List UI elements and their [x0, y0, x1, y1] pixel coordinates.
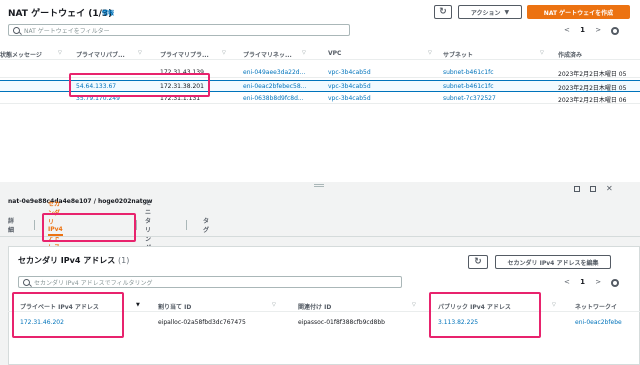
tab-separator	[136, 220, 137, 230]
edit-label: セカンダリ IPv4 アドレスを編集	[507, 259, 599, 267]
caret-down-icon: ▼	[504, 8, 510, 16]
tab-details[interactable]: 詳細	[8, 214, 14, 236]
pagination: < 1 >	[564, 278, 601, 286]
vpc-link[interactable]: vpc-3b4cab5d	[328, 69, 371, 76]
tab-separator	[34, 220, 35, 230]
vpc-link[interactable]: vpc-3b4cab5d	[328, 95, 371, 102]
create-label: NAT ゲートウェイを作成	[543, 9, 614, 17]
prev-page-button[interactable]: <	[564, 278, 570, 286]
pagination: < 1 >	[564, 26, 601, 34]
refresh-icon: ↻	[474, 257, 482, 267]
eni-link[interactable]: eni-049aee3da22d...	[243, 69, 305, 76]
table-header: 状態メッセージ ▽ プライマリパブ... ▽ プライマリプラ... ▽ プライマ…	[0, 46, 640, 60]
sort-icon[interactable]: ▽	[412, 302, 416, 308]
page-number[interactable]: 1	[580, 26, 585, 34]
col-subnet[interactable]: サブネット	[443, 50, 473, 59]
tab-tags[interactable]: タグ	[203, 214, 209, 236]
highlight-box	[69, 73, 210, 97]
sort-icon[interactable]: ▽	[272, 302, 276, 308]
gear-icon[interactable]	[611, 27, 619, 35]
search-placeholder: セカンダリ IPv4 アドレスでフィルタリング	[34, 279, 153, 287]
col-created[interactable]: 作成済み	[558, 50, 582, 59]
col-primary-public-ip[interactable]: プライマリパブ...	[76, 50, 125, 59]
search-icon	[13, 26, 20, 34]
association-id: eipassoc-01f8f388cfb9cd8bb	[298, 319, 385, 326]
tab-monitoring[interactable]: モニタリング	[145, 200, 151, 252]
sort-icon[interactable]: ▽	[222, 50, 226, 56]
panel-layout-icon[interactable]	[590, 186, 596, 192]
resource-id: nat-0e9e88c4da4e8e107 / hoge0202natgw	[8, 198, 153, 205]
col-status-message[interactable]: 状態メッセージ	[0, 50, 42, 59]
secondary-filter-input[interactable]: セカンダリ IPv4 アドレスでフィルタリング	[18, 276, 402, 288]
col-eni[interactable]: ネットワークイ	[575, 302, 617, 311]
gear-icon[interactable]	[611, 279, 619, 287]
eni-link[interactable]: eni-0eac2bfebec58...	[243, 83, 306, 90]
close-icon[interactable]: ✕	[606, 184, 613, 193]
eni-link[interactable]: eni-0eac2bfebe	[575, 319, 622, 326]
col-primary-private-ip[interactable]: プライマリプラ...	[160, 50, 209, 59]
create-nat-gateway-button[interactable]: NAT ゲートウェイを作成	[527, 5, 630, 19]
allocation-id: eipalloc-02a58fbd3dc767475	[158, 319, 246, 326]
sort-icon[interactable]: ▽	[138, 50, 142, 56]
col-vpc[interactable]: VPC	[328, 50, 341, 57]
col-allocation-id[interactable]: 割り当て ID	[158, 302, 191, 311]
created-date: 2023年2月2日木曜日 05	[558, 71, 627, 78]
filter-search-input[interactable]: NAT ゲートウェイをフィルター	[8, 24, 350, 36]
subnet-link[interactable]: subnet-b461c1fc	[443, 83, 494, 90]
highlight-box	[42, 213, 136, 242]
created-date: 2023年2月2日木曜日 06	[558, 97, 627, 104]
actions-button[interactable]: アクション ▼	[458, 5, 522, 19]
refresh-icon: ↻	[439, 7, 447, 17]
next-page-button[interactable]: >	[595, 278, 601, 286]
sort-icon[interactable]: ▽	[428, 50, 432, 56]
highlight-box	[12, 292, 124, 338]
vpc-link[interactable]: vpc-3b4cab5d	[328, 83, 371, 90]
search-placeholder: NAT ゲートウェイをフィルター	[24, 27, 110, 35]
section-title-text: セカンダリ IPv4 アドレス	[18, 256, 116, 265]
edit-secondary-ipv4-button[interactable]: セカンダリ IPv4 アドレスを編集	[495, 255, 611, 269]
section-title: セカンダリ IPv4 アドレス (1)	[18, 255, 129, 266]
resize-handle[interactable]	[314, 184, 324, 187]
page-title: NAT ゲートウェイ (1/3)	[8, 9, 113, 19]
section-count: (1)	[118, 256, 130, 265]
page-number[interactable]: 1	[580, 278, 585, 286]
subnet-link[interactable]: subnet-7c372527	[443, 95, 496, 102]
refresh-button[interactable]: ↻	[468, 255, 488, 269]
sort-icon[interactable]: ▽	[552, 302, 556, 308]
search-icon	[23, 278, 30, 286]
prev-page-button[interactable]: <	[564, 26, 570, 34]
sort-down-icon[interactable]: ▼	[136, 302, 140, 308]
actions-label: アクション	[470, 9, 501, 17]
sort-icon[interactable]: ▽	[302, 50, 306, 56]
panel-layout-icon[interactable]	[574, 186, 580, 192]
tab-separator	[186, 220, 187, 230]
refresh-button[interactable]: ↻	[434, 5, 452, 19]
info-link[interactable]: 情報	[102, 8, 114, 17]
col-association-id[interactable]: 関連付け ID	[298, 302, 331, 311]
sort-icon[interactable]: ▽	[540, 50, 544, 56]
col-primary-eni[interactable]: プライマリネッ...	[243, 50, 292, 59]
highlight-box	[429, 292, 541, 338]
sort-icon[interactable]: ▽	[58, 50, 62, 56]
next-page-button[interactable]: >	[595, 26, 601, 34]
subnet-link[interactable]: subnet-b461c1fc	[443, 69, 494, 76]
eni-link[interactable]: eni-0638b8d9fc8d...	[243, 95, 304, 102]
created-date: 2023年2月2日木曜日 05	[558, 85, 627, 92]
